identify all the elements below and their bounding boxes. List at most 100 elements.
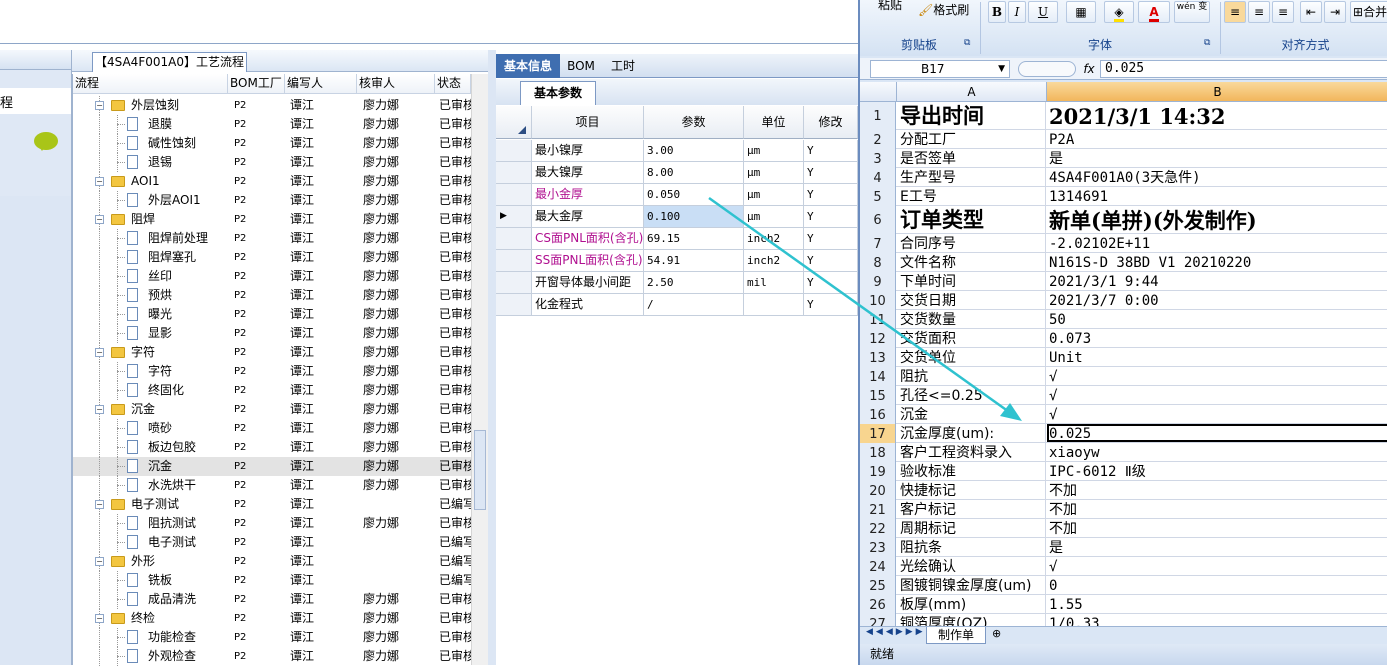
tree-row[interactable]: − 终检 P2 谭江 廖力娜 已审核 <box>73 609 471 628</box>
cell-a[interactable]: 分配工厂 <box>897 130 1046 148</box>
tree-row[interactable]: − 外形 P2 谭江 已编写 <box>73 552 471 571</box>
select-all-corner[interactable] <box>860 82 897 102</box>
cell-a[interactable]: 交货面积 <box>897 329 1046 347</box>
column-header-status[interactable]: 状态 <box>435 74 471 94</box>
cell-b[interactable]: 不加 <box>1047 481 1387 499</box>
cell-b[interactable]: 2021/3/1 9:44 <box>1047 272 1387 290</box>
column-header-a[interactable]: A <box>897 82 1047 102</box>
tab-basic-info[interactable]: 基本信息 <box>496 54 560 78</box>
tree-row[interactable]: 终固化 P2 谭江 廖力娜 已审核 <box>73 381 471 400</box>
tree-row[interactable]: − 电子测试 P2 谭江 已编写 <box>73 495 471 514</box>
row-number[interactable]: 13 <box>860 348 896 367</box>
cell-b[interactable]: 1.55 <box>1047 595 1387 613</box>
process-title-tab[interactable]: 【4SA4F001A0】工艺流程 <box>92 52 247 72</box>
param-value-cell[interactable]: 8.00 <box>644 162 744 184</box>
cell-b[interactable]: 1/0.33 <box>1047 614 1387 626</box>
collapse-toggle-icon[interactable]: − <box>95 348 104 357</box>
cell-b[interactable]: 不加 <box>1047 519 1387 537</box>
indent-decrease-button[interactable]: ⇤ <box>1300 1 1322 23</box>
sheet-nav-arrows-icon[interactable]: ◀◀◀▶▶▶ <box>866 627 926 637</box>
row-number[interactable]: 9 <box>860 272 896 291</box>
cell-a[interactable]: 订单类型 <box>897 206 1046 233</box>
grid-header-modify[interactable]: 修改 <box>804 106 858 139</box>
cell-b[interactable]: 是 <box>1047 538 1387 556</box>
tab-basic-params[interactable]: 基本参数 <box>520 81 596 105</box>
row-number[interactable]: 6 <box>860 206 896 234</box>
row-number[interactable]: 23 <box>860 538 896 557</box>
param-row[interactable]: ▶ 最大金厚 0.100 μm Y <box>496 206 858 228</box>
tree-row[interactable]: 曝光 P2 谭江 廖力娜 已审核 <box>73 305 471 324</box>
collapse-toggle-icon[interactable]: − <box>95 405 104 414</box>
row-number[interactable]: 20 <box>860 481 896 500</box>
row-selector[interactable] <box>496 140 532 162</box>
tree-row[interactable]: 铣板 P2 谭江 已编写 <box>73 571 471 590</box>
param-row[interactable]: 化金程式 / Y <box>496 294 858 316</box>
collapse-toggle-icon[interactable]: − <box>95 500 104 509</box>
scrollbar-thumb[interactable] <box>474 430 486 510</box>
underline-button[interactable]: U <box>1028 1 1058 23</box>
tree-scrollbar[interactable] <box>471 74 488 665</box>
tree-row[interactable]: 板边包胶 P2 谭江 廖力娜 已审核 <box>73 438 471 457</box>
merge-button[interactable]: ⊞合并 <box>1350 1 1387 23</box>
nav-item[interactable]: 程 <box>0 88 71 151</box>
cell-a[interactable]: 合同序号 <box>897 234 1046 252</box>
tree-row[interactable]: 丝印 P2 谭江 廖力娜 已审核 <box>73 267 471 286</box>
collapse-toggle-icon[interactable]: − <box>95 614 104 623</box>
param-value-cell[interactable]: / <box>644 294 744 316</box>
cell-a[interactable]: 下单时间 <box>897 272 1046 290</box>
indent-increase-button[interactable]: ⇥ <box>1324 1 1346 23</box>
dialog-launcher-icon[interactable]: ⧉ <box>964 38 970 48</box>
cell-a[interactable]: 图镀铜镍金厚度(um) <box>897 576 1046 594</box>
tree-row[interactable]: 阻抗测试 P2 谭江 廖力娜 已审核 <box>73 514 471 533</box>
row-number[interactable]: 21 <box>860 500 896 519</box>
param-row[interactable]: 最小金厚 0.050 μm Y <box>496 184 858 206</box>
paste-label[interactable]: 粘贴 <box>878 0 902 13</box>
cell-a[interactable]: E工号 <box>897 187 1046 205</box>
cell-b[interactable]: -2.02102E+11 <box>1047 234 1387 252</box>
row-number[interactable]: 8 <box>860 253 896 272</box>
cell-b[interactable]: 0.073 <box>1047 329 1387 347</box>
collapse-toggle-icon[interactable]: − <box>95 557 104 566</box>
cell-b[interactable]: 4SA4F001A0(3天急件) <box>1047 168 1387 186</box>
new-sheet-icon[interactable]: ⊕ <box>992 627 1001 640</box>
grid-header-item[interactable]: 项目 <box>532 106 644 139</box>
tree-row[interactable]: 退膜 P2 谭江 廖力娜 已审核 <box>73 115 471 134</box>
tree-row[interactable]: − 阻焊 P2 谭江 廖力娜 已审核 <box>73 210 471 229</box>
dialog-launcher-icon[interactable]: ⧉ <box>1204 38 1210 48</box>
cell-b[interactable]: xiaoyw <box>1047 443 1387 461</box>
tree-row[interactable]: 电子测试 P2 谭江 已编写 <box>73 533 471 552</box>
cell-b[interactable]: N161S-D 38BD V1 20210220 <box>1047 253 1387 271</box>
row-number[interactable]: 16 <box>860 405 896 424</box>
row-number[interactable]: 7 <box>860 234 896 253</box>
tree-row[interactable]: 退锡 P2 谭江 廖力娜 已审核 <box>73 153 471 172</box>
tree-row[interactable]: − 字符 P2 谭江 廖力娜 已审核 <box>73 343 471 362</box>
column-header-reviewer[interactable]: 核审人 <box>357 74 435 94</box>
row-selector[interactable] <box>496 294 532 316</box>
row-selector[interactable] <box>496 250 532 272</box>
grid-header-unit[interactable]: 单位 <box>744 106 804 139</box>
row-selector[interactable] <box>496 272 532 294</box>
cell-b[interactable]: 50 <box>1047 310 1387 328</box>
cell-a[interactable]: 阻抗条 <box>897 538 1046 556</box>
cell-a[interactable]: 生产型号 <box>897 168 1046 186</box>
collapse-toggle-icon[interactable]: − <box>95 177 104 186</box>
align-right-button[interactable]: ≡ <box>1272 1 1294 23</box>
tree-row[interactable]: 预烘 P2 谭江 廖力娜 已审核 <box>73 286 471 305</box>
param-value-cell[interactable]: 0.100 <box>644 206 744 228</box>
param-value-cell[interactable]: 0.050 <box>644 184 744 206</box>
row-number[interactable]: 10 <box>860 291 896 310</box>
grid-corner[interactable] <box>496 106 532 139</box>
fill-color-button[interactable]: ◈ <box>1104 1 1134 23</box>
tree-row[interactable]: 阻焊塞孔 P2 谭江 廖力娜 已审核 <box>73 248 471 267</box>
param-row[interactable]: 开窗导体最小间距 2.50 mil Y <box>496 272 858 294</box>
param-row[interactable]: 最小镍厚 3.00 μm Y <box>496 140 858 162</box>
cell-a[interactable]: 客户标记 <box>897 500 1046 518</box>
row-selector[interactable] <box>496 184 532 206</box>
row-number[interactable]: 12 <box>860 329 896 348</box>
font-color-button[interactable]: A <box>1138 1 1170 23</box>
align-center-button[interactable]: ≡ <box>1248 1 1270 23</box>
name-box[interactable]: B17 ▼ <box>870 60 1010 78</box>
param-value-cell[interactable]: 54.91 <box>644 250 744 272</box>
cell-a[interactable]: 交货日期 <box>897 291 1046 309</box>
row-number[interactable]: 19 <box>860 462 896 481</box>
